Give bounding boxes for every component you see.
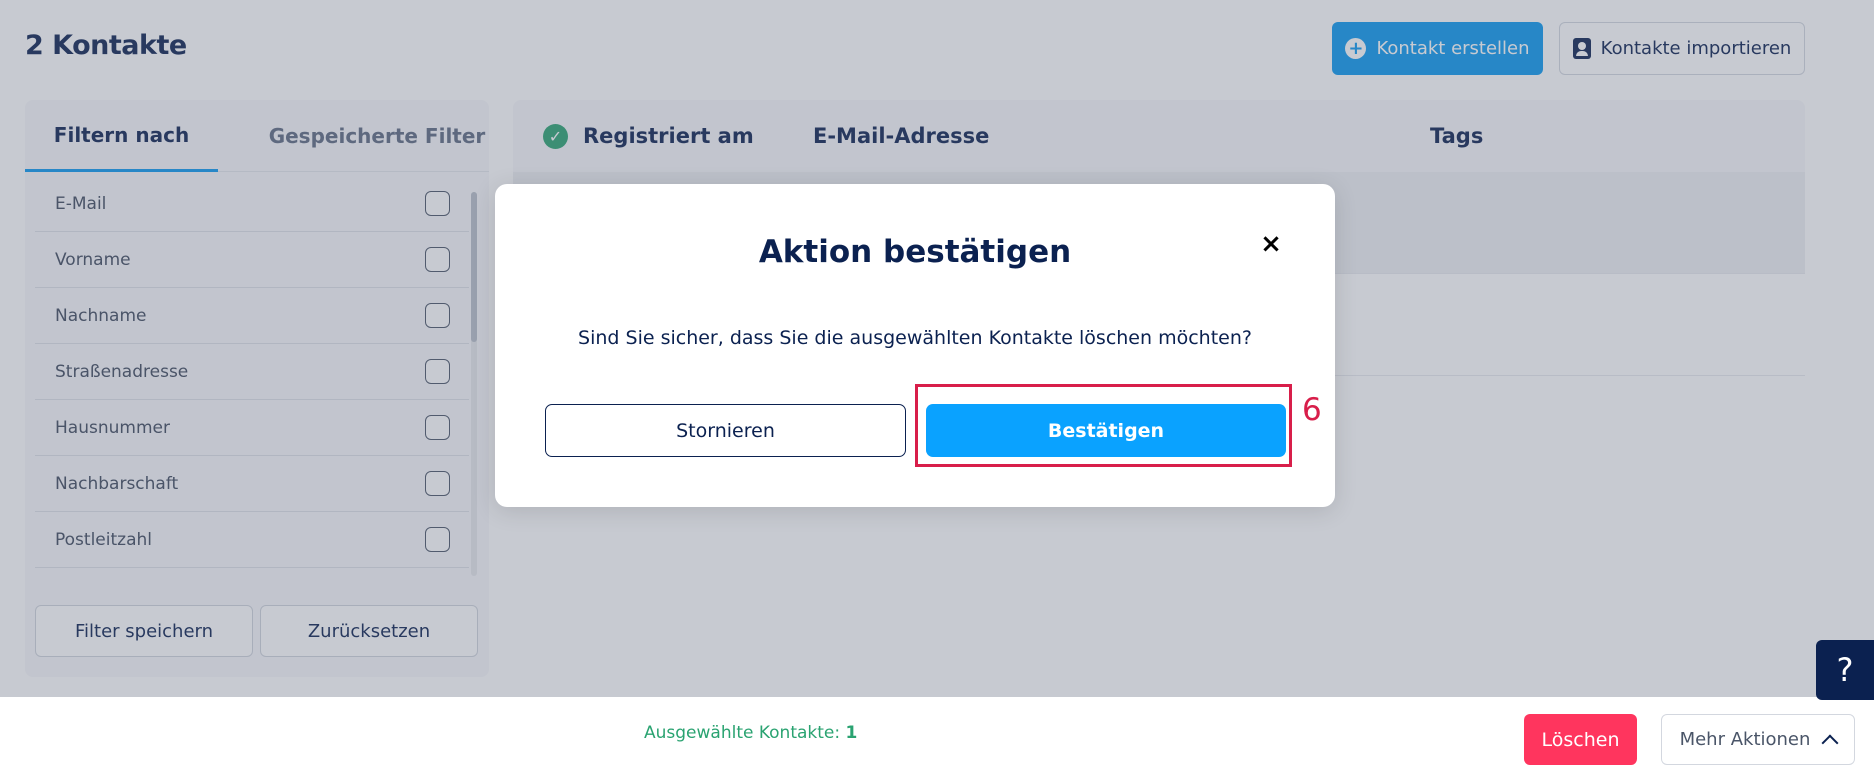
delete-button[interactable]: Löschen <box>1524 714 1637 765</box>
chevron-up-icon <box>1821 734 1839 751</box>
annotation-label: 6 <box>1302 392 1322 428</box>
selected-contacts-number: 1 <box>845 723 858 743</box>
selected-contacts-count: Ausgewählte Kontakte: 1 <box>644 723 857 743</box>
selected-contacts-label: Ausgewählte Kontakte: <box>644 723 841 743</box>
more-actions-button[interactable]: Mehr Aktionen <box>1661 714 1855 765</box>
close-icon[interactable]: × <box>1255 228 1287 260</box>
cancel-button[interactable]: Stornieren <box>545 404 906 457</box>
dialog-message: Sind Sie sicher, dass Sie die ausgewählt… <box>578 327 1252 349</box>
annotation-highlight-box <box>915 384 1292 467</box>
dialog-title: Aktion bestätigen <box>758 234 1072 270</box>
bottom-action-bar: Ausgewählte Kontakte: 1 Löschen Mehr Akt… <box>0 697 1874 772</box>
help-button[interactable]: ? <box>1816 640 1874 700</box>
more-actions-label: Mehr Aktionen <box>1679 729 1811 750</box>
